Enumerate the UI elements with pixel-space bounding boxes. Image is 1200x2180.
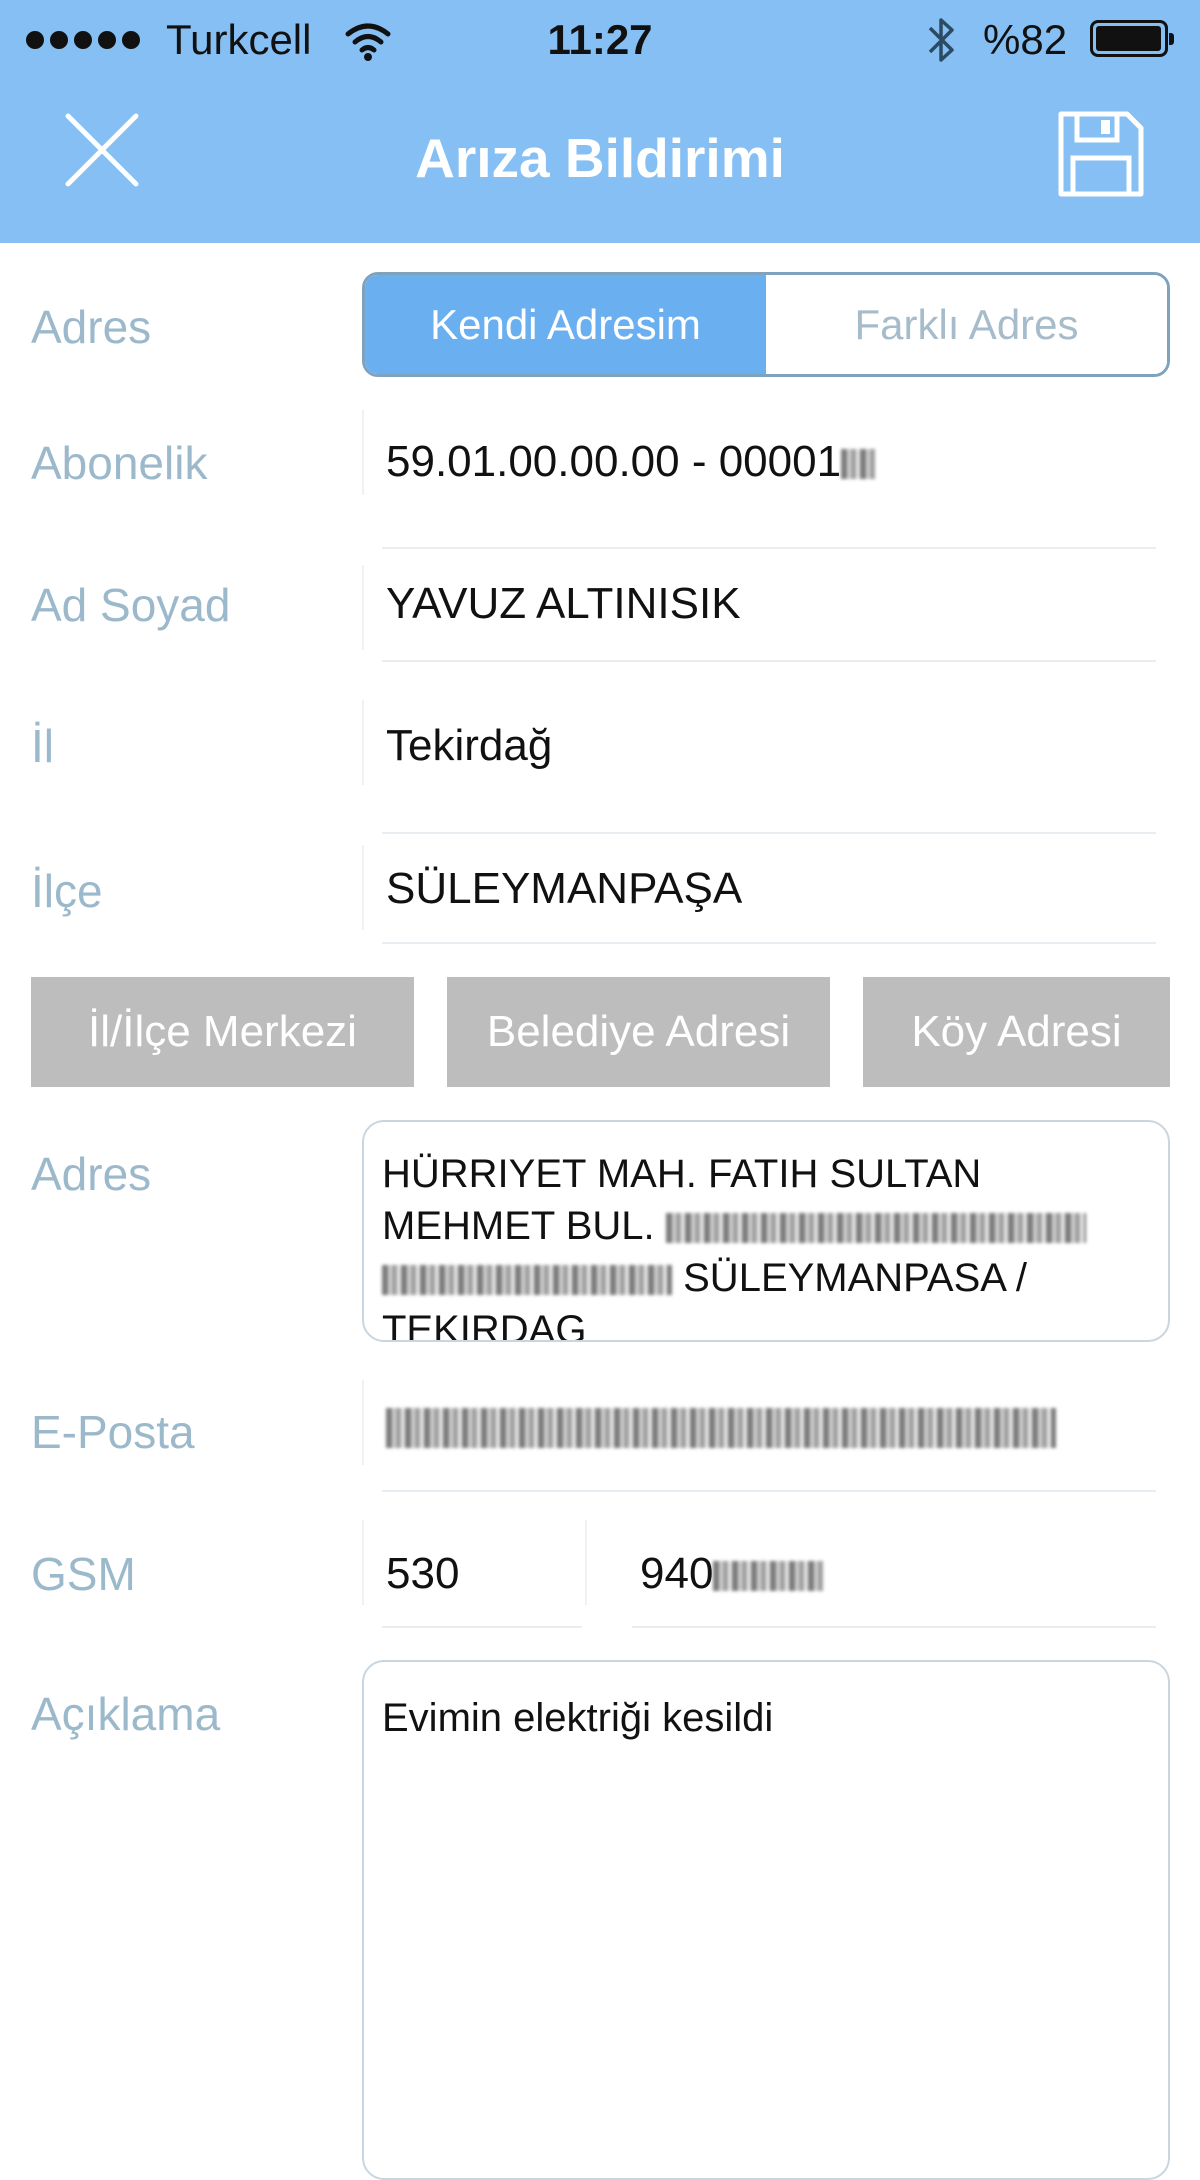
email-field[interactable] bbox=[386, 1408, 1056, 1454]
bluetooth-icon bbox=[928, 18, 954, 62]
city-value[interactable]: Tekirdağ bbox=[386, 716, 552, 776]
address-textarea[interactable]: HÜRRIYET MAH. FATIH SULTAN MEHMET BUL. S… bbox=[362, 1120, 1170, 1342]
redacted-mark bbox=[386, 1408, 1056, 1448]
city-label: İl bbox=[31, 720, 54, 772]
field-divider bbox=[362, 1520, 364, 1605]
address-segmented-control[interactable]: Kendi Adresim Farklı Adres bbox=[362, 272, 1170, 377]
field-separator bbox=[382, 942, 1156, 944]
field-divider bbox=[362, 565, 364, 650]
field-divider bbox=[362, 410, 364, 495]
field-separator bbox=[382, 832, 1156, 834]
battery-percentage: %82 bbox=[983, 16, 1068, 63]
address-label: Adres bbox=[31, 301, 152, 353]
redacted-mark bbox=[713, 1561, 824, 1592]
redacted-mark bbox=[382, 1265, 672, 1296]
description-label: Açıklama bbox=[31, 1688, 221, 1740]
district-label: İlçe bbox=[31, 865, 103, 917]
full-address-label: Adres bbox=[31, 1148, 152, 1200]
field-divider bbox=[362, 845, 364, 930]
segment-own-address[interactable]: Kendi Adresim bbox=[365, 275, 766, 374]
field-divider bbox=[362, 1380, 364, 1465]
district-value[interactable]: SÜLEYMANPAŞA bbox=[386, 859, 742, 919]
gsm-number-field[interactable]: 940 bbox=[640, 1544, 824, 1604]
gsm-prefix-field[interactable]: 530 bbox=[386, 1544, 459, 1604]
gsm-label: GSM bbox=[31, 1548, 136, 1600]
email-label: E-Posta bbox=[31, 1406, 195, 1458]
municipality-address-button[interactable]: Belediye Adresi bbox=[447, 977, 830, 1087]
field-separator bbox=[382, 660, 1156, 662]
subscription-value[interactable]: 59.01.00.00.00 - 00001 bbox=[386, 432, 876, 492]
city-center-button[interactable]: İl/İlçe Merkezi bbox=[31, 977, 414, 1087]
subscription-label: Abonelik bbox=[31, 437, 208, 489]
page-title: Arıza Bildirimi bbox=[415, 127, 785, 189]
redacted-mark bbox=[841, 449, 876, 480]
name-label: Ad Soyad bbox=[31, 579, 231, 631]
field-separator bbox=[382, 1490, 1156, 1492]
segment-other-address[interactable]: Farklı Adres bbox=[766, 275, 1167, 374]
village-address-button[interactable]: Köy Adresi bbox=[863, 977, 1170, 1087]
battery-icon bbox=[1090, 20, 1174, 57]
name-value[interactable]: YAVUZ ALTINISIK bbox=[386, 574, 741, 634]
description-textarea[interactable]: Evimin elektriği kesildi bbox=[362, 1660, 1170, 2180]
redacted-mark bbox=[665, 1213, 1086, 1244]
field-divider bbox=[362, 700, 364, 785]
field-separator bbox=[382, 547, 1156, 549]
field-separator bbox=[632, 1626, 1156, 1628]
field-divider bbox=[585, 1520, 587, 1605]
field-separator bbox=[382, 1626, 582, 1628]
save-button[interactable] bbox=[1055, 108, 1147, 200]
